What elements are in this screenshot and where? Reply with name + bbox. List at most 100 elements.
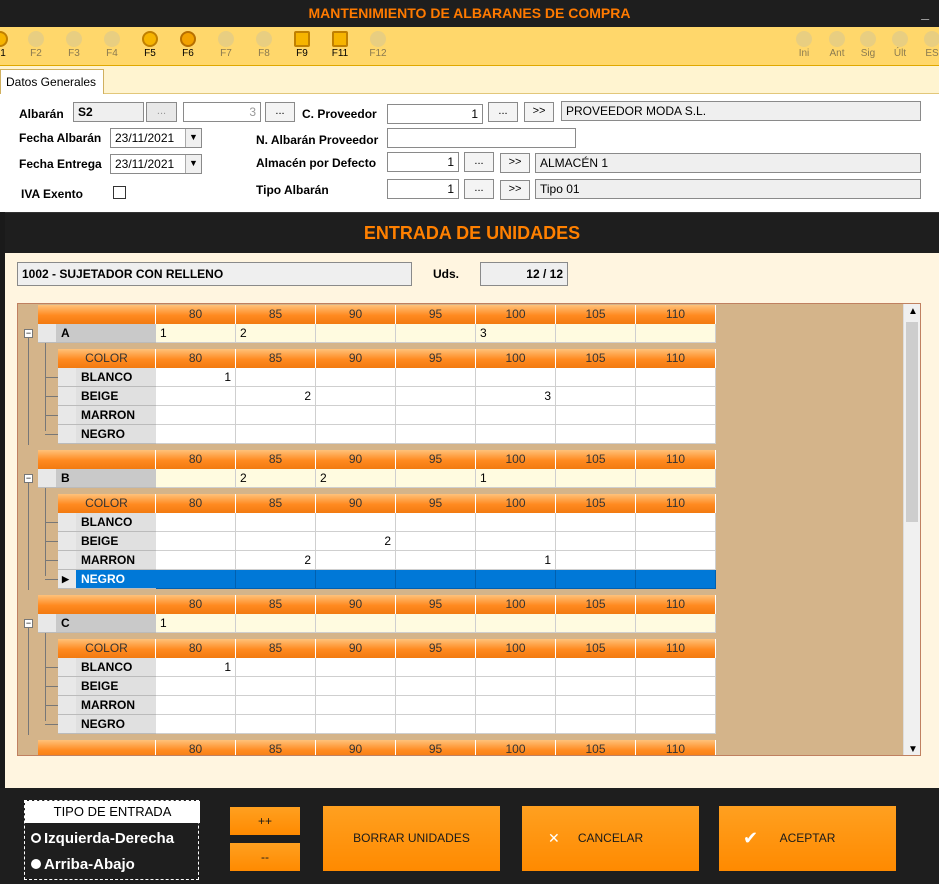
unit-cell[interactable]	[156, 570, 236, 589]
unit-cell[interactable]	[636, 532, 716, 551]
unit-cell[interactable]	[316, 368, 396, 387]
unit-cell[interactable]	[556, 696, 636, 715]
borrar-unidades-button[interactable]: BORRAR UNIDADES	[323, 806, 500, 871]
cup-total-cell[interactable]	[396, 614, 476, 633]
radio-arriba-abajo[interactable]: Arriba-Abajo	[31, 856, 135, 873]
cup-total-cell[interactable]	[556, 469, 636, 488]
unit-cell[interactable]	[636, 551, 716, 570]
unit-cell[interactable]	[316, 658, 396, 677]
unit-cell[interactable]	[476, 406, 556, 425]
unit-cell[interactable]	[236, 513, 316, 532]
cup-total-cell[interactable]	[636, 324, 716, 343]
unit-cell[interactable]	[636, 570, 716, 589]
toolbar-button-f7[interactable]: F7	[208, 29, 244, 64]
unit-cell[interactable]	[476, 532, 556, 551]
unit-cell[interactable]	[396, 406, 476, 425]
unit-cell[interactable]	[236, 658, 316, 677]
cup-total-cell[interactable]	[316, 614, 396, 633]
unit-cell[interactable]	[396, 551, 476, 570]
nav-button-3[interactable]: Últ	[882, 29, 918, 64]
proveedor-lookup-button[interactable]: ...	[488, 102, 518, 122]
iva-exento-checkbox[interactable]	[113, 186, 126, 199]
collapse-icon[interactable]: −	[24, 474, 33, 483]
cup-total-cell[interactable]: 2	[236, 324, 316, 343]
unit-cell[interactable]	[156, 425, 236, 444]
cup-total-cell[interactable]: 3	[476, 324, 556, 343]
unit-cell[interactable]	[396, 425, 476, 444]
tipo-albaran-open-button[interactable]: >>	[500, 180, 530, 200]
cup-total-cell[interactable]	[236, 614, 316, 633]
scroll-up-icon[interactable]: ▲	[908, 306, 918, 317]
unit-cell[interactable]	[556, 677, 636, 696]
unit-cell[interactable]	[236, 425, 316, 444]
almacen-open-button[interactable]: >>	[500, 153, 530, 173]
unit-cell[interactable]	[236, 532, 316, 551]
cup-total-cell[interactable]: 2	[316, 469, 396, 488]
unit-cell[interactable]	[476, 696, 556, 715]
albaran-serie-lookup-button[interactable]: ...	[146, 102, 177, 122]
unit-cell[interactable]	[396, 513, 476, 532]
unit-cell[interactable]	[476, 570, 556, 589]
unit-cell[interactable]: 2	[236, 551, 316, 570]
tab-datos-generales[interactable]: Datos Generales	[0, 69, 104, 95]
unit-cell[interactable]	[316, 570, 396, 589]
unit-cell[interactable]	[476, 425, 556, 444]
unit-cell[interactable]	[556, 425, 636, 444]
nav-button-2[interactable]: Sig	[850, 29, 886, 64]
unit-cell[interactable]: 1	[156, 368, 236, 387]
unit-cell[interactable]	[156, 532, 236, 551]
grid-scrollbar[interactable]: ▲ ▼	[903, 304, 920, 755]
unit-cell[interactable]	[476, 715, 556, 734]
scroll-down-icon[interactable]: ▼	[908, 744, 918, 755]
unit-cell[interactable]	[236, 715, 316, 734]
minimize-button[interactable]: _	[921, 0, 929, 27]
decrement-button[interactable]: --	[230, 843, 300, 871]
unit-cell[interactable]	[556, 570, 636, 589]
unit-cell[interactable]	[396, 570, 476, 589]
cup-total-cell[interactable]	[316, 324, 396, 343]
unit-cell[interactable]	[156, 387, 236, 406]
nav-button-4[interactable]: ES	[914, 29, 939, 64]
unit-cell[interactable]	[316, 406, 396, 425]
unit-cell[interactable]	[476, 658, 556, 677]
toolbar-button-f5[interactable]: F5	[132, 29, 168, 64]
collapse-icon[interactable]: −	[24, 619, 33, 628]
unit-cell[interactable]	[156, 406, 236, 425]
unit-cell[interactable]	[236, 696, 316, 715]
unit-cell[interactable]	[236, 677, 316, 696]
tipo-albaran-lookup-button[interactable]: ...	[464, 179, 494, 199]
unit-cell[interactable]	[636, 658, 716, 677]
unit-cell[interactable]	[556, 551, 636, 570]
toolbar-button-f1[interactable]: F1	[0, 29, 18, 64]
unit-cell[interactable]	[236, 368, 316, 387]
cup-total-cell[interactable]: 1	[476, 469, 556, 488]
cup-total-cell[interactable]: 2	[236, 469, 316, 488]
cup-total-cell[interactable]	[556, 614, 636, 633]
toolbar-button-f11[interactable]: F11	[322, 29, 358, 64]
collapse-icon[interactable]: −	[24, 329, 33, 338]
proveedor-open-button[interactable]: >>	[524, 102, 554, 122]
units-grid[interactable]: 80 85 90 95 100 105 110− A 1 2 3 COLOR 80 85 90 95 100 10…	[17, 303, 921, 756]
unit-cell[interactable]	[556, 387, 636, 406]
toolbar-button-f12[interactable]: F12	[360, 29, 396, 64]
cup-total-cell[interactable]	[636, 614, 716, 633]
unit-cell[interactable]	[396, 715, 476, 734]
toolbar-button-f9[interactable]: F9	[284, 29, 320, 64]
unit-cell[interactable]	[636, 696, 716, 715]
unit-cell[interactable]	[156, 513, 236, 532]
cup-total-cell[interactable]	[476, 614, 556, 633]
unit-cell[interactable]	[396, 658, 476, 677]
toolbar-button-f6[interactable]: F6	[170, 29, 206, 64]
unit-cell[interactable]	[396, 677, 476, 696]
unit-cell[interactable]	[636, 425, 716, 444]
aceptar-button[interactable]: ✔ ACEPTAR	[719, 806, 896, 871]
unit-cell[interactable]	[556, 368, 636, 387]
cup-total-cell[interactable]: 1	[156, 614, 236, 633]
unit-cell[interactable]: 2	[236, 387, 316, 406]
unit-cell[interactable]	[476, 513, 556, 532]
proveedor-code-field[interactable]: 1	[387, 104, 483, 124]
unit-cell[interactable]: 1	[476, 551, 556, 570]
toolbar-button-f2[interactable]: F2	[18, 29, 54, 64]
unit-cell[interactable]	[556, 658, 636, 677]
cup-total-cell[interactable]	[556, 324, 636, 343]
